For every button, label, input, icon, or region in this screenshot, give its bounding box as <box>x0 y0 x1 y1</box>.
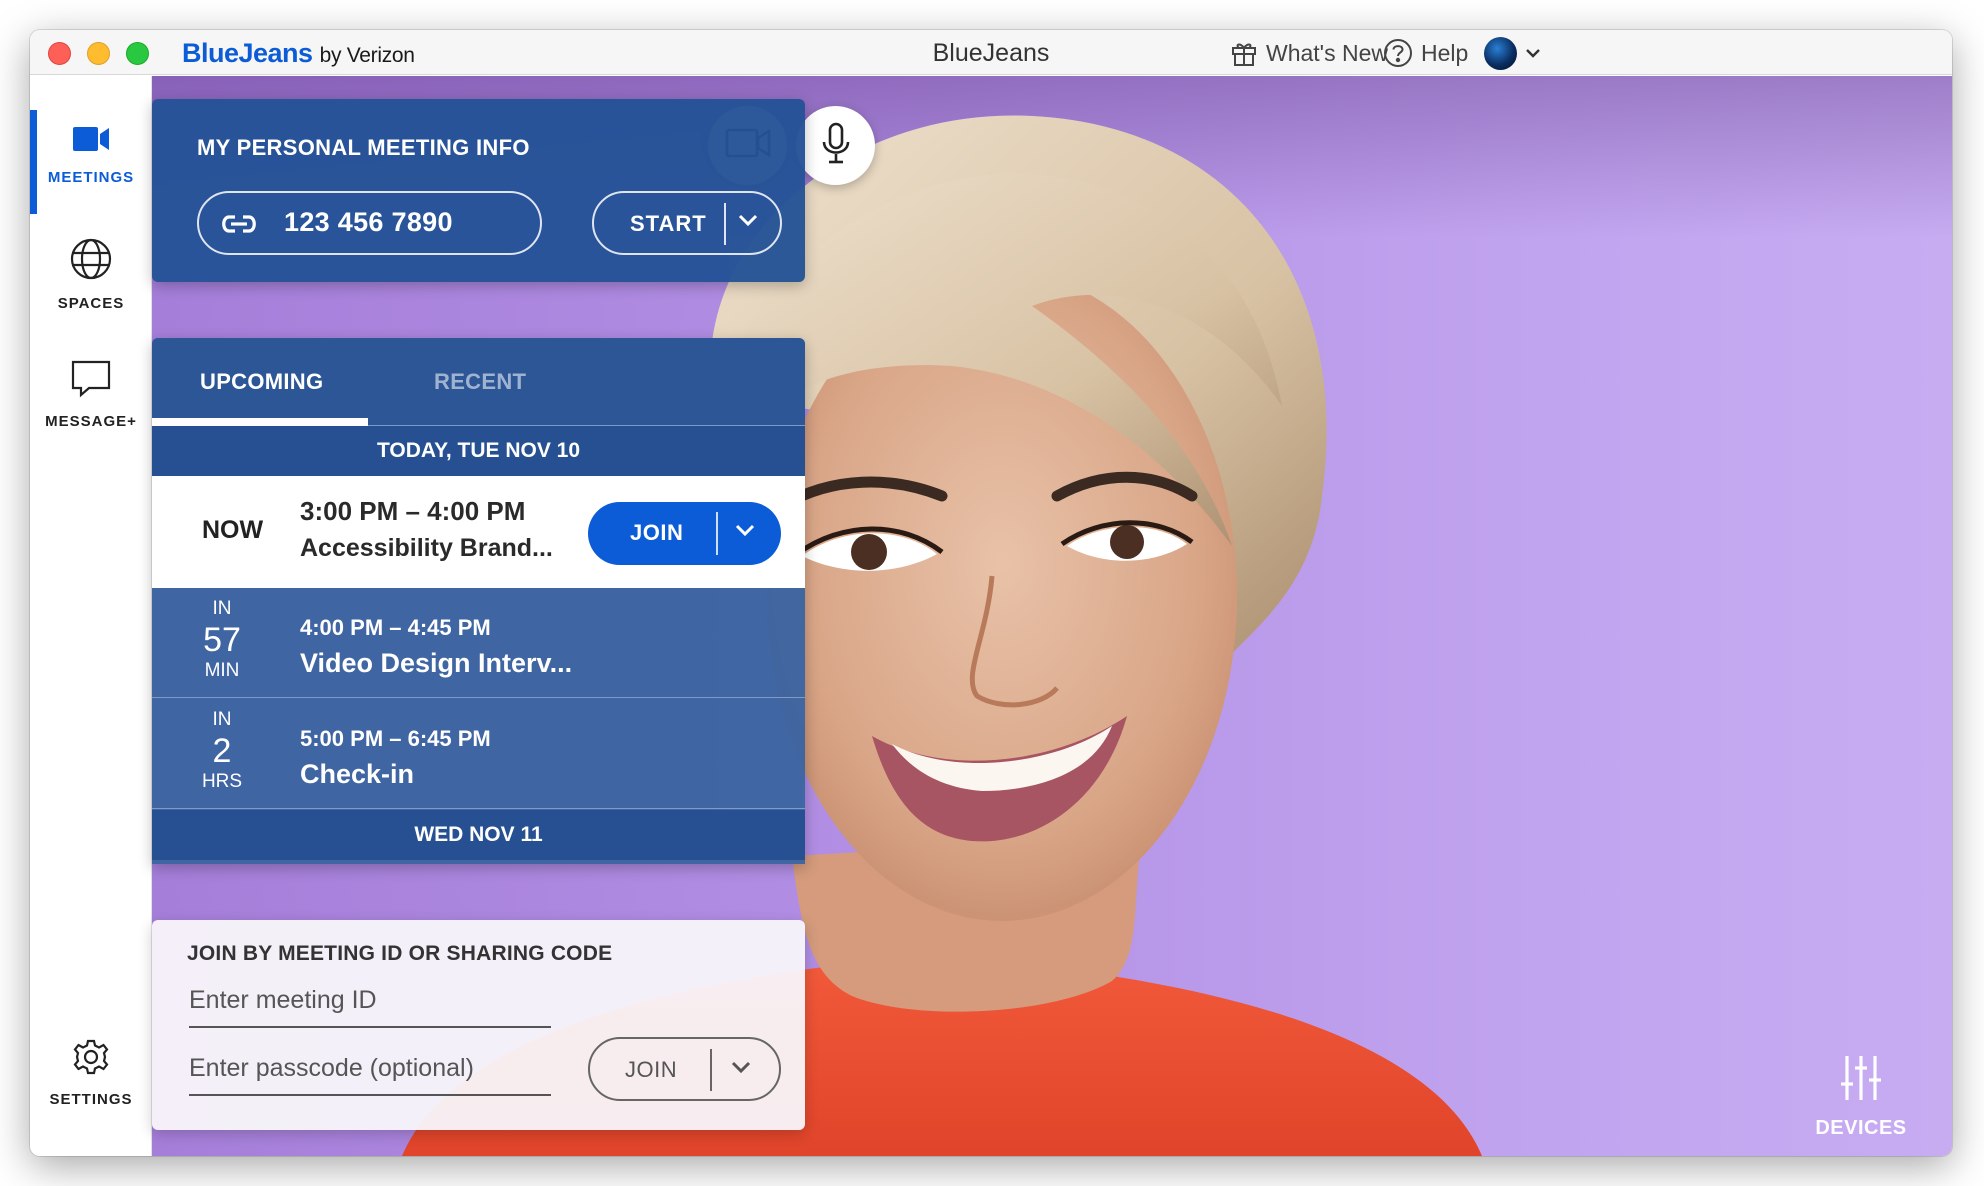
button-divider <box>716 512 718 555</box>
join-by-id-button[interactable]: JOIN <box>588 1037 781 1101</box>
meetings-list-card: UPCOMING RECENT TODAY, TUE NOV 10 NOW 3:… <box>152 338 805 864</box>
help-button[interactable]: Help <box>1383 36 1468 70</box>
tab-underline <box>152 418 368 426</box>
meeting-row[interactable]: IN 57 MIN 4:00 PM – 4:45 PM Video Design… <box>152 588 805 698</box>
meetings-tabs: UPCOMING RECENT <box>152 338 805 426</box>
microphone-toggle-button[interactable] <box>796 106 875 185</box>
devices-button[interactable]: DEVICES <box>1800 1054 1922 1140</box>
meeting-countdown: IN 57 MIN <box>182 598 262 682</box>
meeting-time: 3:00 PM – 4:00 PM <box>300 496 526 526</box>
help-label: Help <box>1421 39 1469 66</box>
link-icon <box>219 210 259 243</box>
globe-icon <box>70 238 112 285</box>
start-button[interactable]: START <box>592 191 782 255</box>
devices-label: DEVICES <box>1815 1117 1907 1139</box>
sidebar-item-meetings[interactable]: MEETINGS <box>30 124 152 186</box>
sliders-icon <box>1839 1054 1883 1107</box>
join-by-id-card: JOIN BY MEETING ID OR SHARING CODE JOIN <box>152 920 805 1130</box>
chevron-down-icon[interactable] <box>730 1059 752 1080</box>
whats-new-label: What's New <box>1266 39 1388 66</box>
sidebar-item-label: SPACES <box>57 295 125 312</box>
meeting-name: Video Design Interv... <box>300 648 573 678</box>
meeting-id-value: 123 456 7890 <box>284 207 453 237</box>
meeting-row-now[interactable]: NOW 3:00 PM – 4:00 PM Accessibility Bran… <box>152 476 805 588</box>
sidebar-item-label: MESSAGE+ <box>45 413 137 430</box>
day-header-next: WED NOV 11 <box>152 810 805 860</box>
sidebar: MEETINGS SPACES MESSAGE+ SETTINGS <box>30 76 152 1156</box>
day-header-today: TODAY, TUE NOV 10 <box>152 426 805 476</box>
countdown-prefix: IN <box>212 598 232 619</box>
countdown-prefix: IN <box>212 709 232 730</box>
join-label: JOIN <box>625 1057 678 1082</box>
meeting-row[interactable]: IN 2 HRS 5:00 PM – 6:45 PM Check-in <box>152 699 805 809</box>
tab-upcoming[interactable]: UPCOMING <box>200 369 323 395</box>
countdown-unit: MIN <box>204 660 240 681</box>
sidebar-item-label: SETTINGS <box>49 1091 133 1108</box>
whats-new-button[interactable]: What's New <box>1230 36 1388 70</box>
button-divider <box>724 203 726 245</box>
sidebar-item-settings[interactable]: SETTINGS <box>30 1038 152 1108</box>
window-title: BlueJeans <box>932 39 1050 67</box>
countdown-unit: HRS <box>201 771 243 792</box>
personal-meeting-title: MY PERSONAL MEETING INFO <box>197 135 530 160</box>
video-camera-icon <box>71 124 111 159</box>
sidebar-item-label: MEETINGS <box>47 169 135 186</box>
meeting-name: Check-in <box>300 759 415 789</box>
meeting-status: NOW <box>202 516 264 544</box>
chevron-down-icon <box>1525 47 1541 59</box>
meeting-name: Accessibility Brand... <box>300 534 553 562</box>
chevron-down-icon[interactable] <box>734 522 756 543</box>
meeting-time: 5:00 PM – 6:45 PM <box>300 726 491 751</box>
join-meeting-button[interactable]: JOIN <box>588 502 781 565</box>
countdown-number: 57 <box>203 621 241 659</box>
start-label: START <box>630 211 707 236</box>
account-menu[interactable] <box>1484 36 1541 70</box>
meeting-id-input[interactable] <box>189 982 551 1028</box>
app-window: BlueJeans by Verizon BlueJeans What's Ne… <box>30 30 1952 1156</box>
join-by-id-title: JOIN BY MEETING ID OR SHARING CODE <box>187 942 613 965</box>
join-label: JOIN <box>630 520 684 545</box>
microphone-icon <box>821 122 851 169</box>
chevron-down-icon[interactable] <box>737 212 759 233</box>
personal-meeting-card: MY PERSONAL MEETING INFO 123 456 7890 ST… <box>152 99 805 282</box>
passcode-input[interactable] <box>189 1050 551 1096</box>
help-icon <box>1383 38 1413 68</box>
sidebar-item-spaces[interactable]: SPACES <box>30 238 152 312</box>
meeting-time: 4:00 PM – 4:45 PM <box>300 615 491 640</box>
chat-bubble-icon <box>71 360 111 403</box>
meeting-countdown: IN 2 HRS <box>182 709 262 793</box>
countdown-number: 2 <box>212 732 232 770</box>
meeting-id-link[interactable]: 123 456 7890 <box>197 191 542 255</box>
tab-recent[interactable]: RECENT <box>434 369 526 395</box>
sidebar-item-message[interactable]: MESSAGE+ <box>30 360 152 430</box>
avatar <box>1484 36 1517 70</box>
title-bar: BlueJeans by Verizon BlueJeans What's Ne… <box>30 30 1952 75</box>
gift-icon <box>1230 39 1258 67</box>
gear-icon <box>72 1038 110 1081</box>
button-divider <box>710 1049 712 1091</box>
